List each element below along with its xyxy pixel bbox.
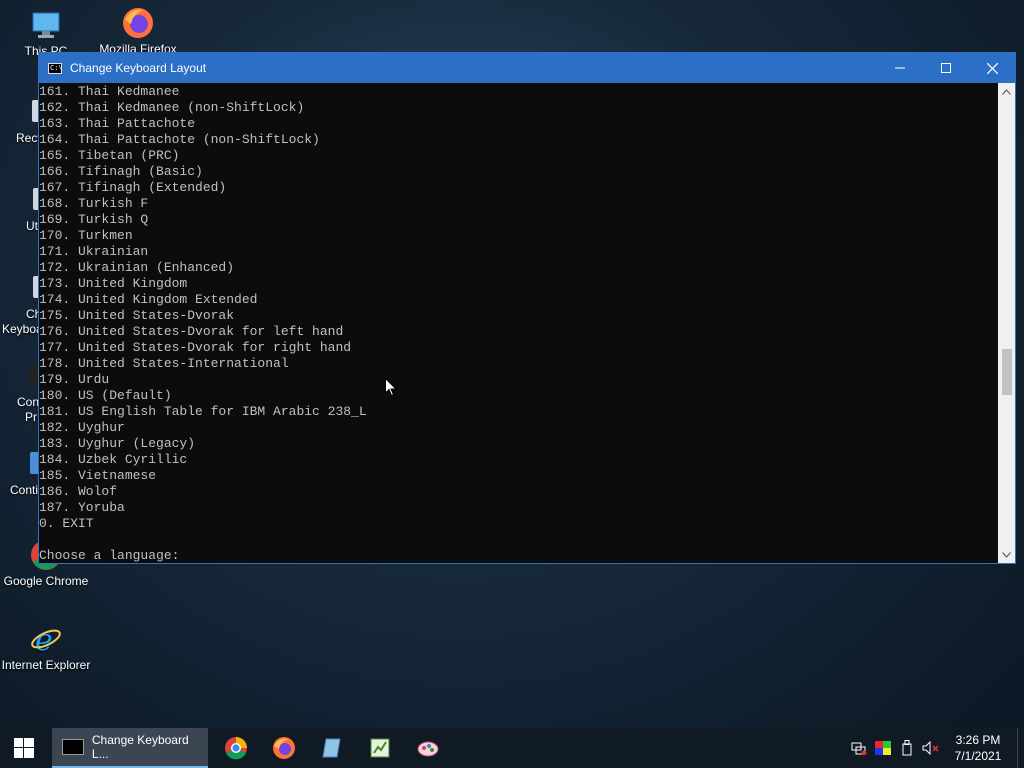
ie-icon: e: [29, 622, 63, 658]
taskbar-paint[interactable]: [404, 728, 452, 768]
console-line: 162. Thai Kedmanee (non-ShiftLock): [39, 100, 305, 115]
taskbar-spreadsheet[interactable]: [356, 728, 404, 768]
taskbar-item-change-keyboard-layout[interactable]: Change Keyboard L...: [52, 728, 208, 768]
desktop-icon-label: Internet Explorer: [1, 658, 91, 672]
notepad-icon: [322, 738, 341, 758]
console-line: 171. Ukrainian: [39, 244, 149, 259]
scroll-up-button[interactable]: [998, 83, 1015, 100]
console-line: 167. Tifinagh (Extended): [39, 180, 227, 195]
volume-muted-icon[interactable]: [919, 728, 943, 768]
taskbar-item-label: Change Keyboard L...: [91, 733, 189, 761]
console-line: 177. United States-Dvorak for right hand: [39, 340, 352, 355]
console-line: 174. United Kingdom Extended: [39, 292, 258, 307]
color-icon[interactable]: [871, 728, 895, 768]
window-title: Change Keyboard Layout: [70, 61, 207, 75]
partial-label: Ut: [26, 219, 38, 233]
console-line: 182. Uyghur: [39, 420, 125, 435]
console-output[interactable]: 161. Thai Kedmanee 162. Thai Kedmanee (no…: [39, 83, 1000, 564]
console-line: 172. Ukrainian (Enhanced): [39, 260, 235, 275]
title-bar[interactable]: C:\ Change Keyboard Layout: [39, 53, 1015, 83]
taskbar-firefox[interactable]: [260, 728, 308, 768]
close-icon: [986, 62, 998, 74]
console-line: Choose a language:: [39, 548, 180, 563]
spreadsheet-icon: [370, 738, 390, 758]
console-line: 180. US (Default): [39, 388, 172, 403]
taskbar: Change Keyboard L... 3:26 PM 7/1/2021: [0, 728, 1024, 768]
console-line: 175. United States-Dvorak: [39, 308, 235, 323]
console-line: 179. Urdu: [39, 372, 110, 387]
partial-label: Con: [17, 395, 40, 409]
console-line: 168. Turkish F: [39, 196, 149, 211]
desktop-icon-label: Google Chrome: [3, 574, 89, 588]
start-button[interactable]: [0, 728, 48, 768]
vertical-scrollbar[interactable]: [998, 83, 1015, 563]
console-line: 161. Thai Kedmanee: [39, 84, 180, 99]
system-tray: 3:26 PM 7/1/2021: [847, 728, 1024, 768]
svg-text:e: e: [35, 623, 53, 656]
console-line: 185. Vietnamese: [39, 468, 157, 483]
console-line: 164. Thai Pattachote (non-ShiftLock): [39, 132, 320, 147]
console-window[interactable]: C:\ Change Keyboard Layout 161. Thai Ked…: [38, 52, 1016, 564]
scroll-thumb[interactable]: [1002, 349, 1012, 395]
console-line: 163. Thai Pattachote: [39, 116, 196, 131]
show-desktop-button[interactable]: [1017, 728, 1024, 768]
desktop-icon-this-pc[interactable]: This PC: [0, 8, 92, 58]
console-line: 181. US English Table for IBM Arabic 238…: [39, 404, 367, 419]
console-line: 170. Turkmen: [39, 228, 133, 243]
console-line: 169. Turkish Q: [39, 212, 149, 227]
chevron-down-icon: [1002, 551, 1011, 558]
desktop-icon-ie[interactable]: e Internet Explorer: [0, 622, 92, 672]
desktop-icon-firefox[interactable]: Mozilla Firefox: [92, 6, 184, 56]
clock[interactable]: 3:26 PM 7/1/2021: [943, 732, 1013, 764]
console-line: 186. Wolof: [39, 484, 118, 499]
chevron-up-icon: [1002, 88, 1011, 95]
console-icon: C:\: [48, 62, 63, 74]
maximize-button[interactable]: [923, 53, 969, 83]
mouse-cursor-icon: [385, 378, 397, 397]
close-button[interactable]: [969, 53, 1015, 83]
minimize-button[interactable]: [877, 53, 923, 83]
paint-icon: [417, 741, 439, 757]
taskbar-chrome[interactable]: [212, 728, 260, 768]
firefox-icon: [273, 737, 295, 759]
scroll-down-button[interactable]: [998, 546, 1015, 563]
firefox-icon: [121, 6, 155, 40]
chrome-icon: [225, 737, 247, 760]
partial-label: Pr: [25, 410, 37, 424]
clock-time: 3:26 PM: [955, 733, 1001, 747]
partial-label: Conti: [10, 483, 39, 497]
console-line: 184. Uzbek Cyrillic: [39, 452, 188, 467]
console-line: 176. United States-Dvorak for left hand: [39, 324, 344, 339]
usb-icon[interactable]: [895, 728, 919, 768]
console-line: 165. Tibetan (PRC): [39, 148, 180, 163]
network-icon[interactable]: [847, 728, 871, 768]
clock-date: 7/1/2021: [954, 749, 1002, 763]
console-line: 166. Tifinagh (Basic): [39, 164, 203, 179]
console-line: 178. United States-International: [39, 356, 289, 371]
maximize-icon: [941, 63, 951, 73]
partial-label: Keyboa: [2, 322, 43, 336]
minimize-icon: [895, 67, 905, 69]
console-icon: [62, 739, 84, 755]
console-line: 187. Yoruba: [39, 500, 125, 515]
console-line: 173. United Kingdom: [39, 276, 188, 291]
computer-icon: [29, 8, 63, 42]
console-line: 0. EXIT: [39, 516, 94, 531]
console-line: 183. Uyghur (Legacy): [39, 436, 196, 451]
windows-logo-icon: [14, 738, 34, 758]
taskbar-notepad[interactable]: [308, 728, 356, 768]
